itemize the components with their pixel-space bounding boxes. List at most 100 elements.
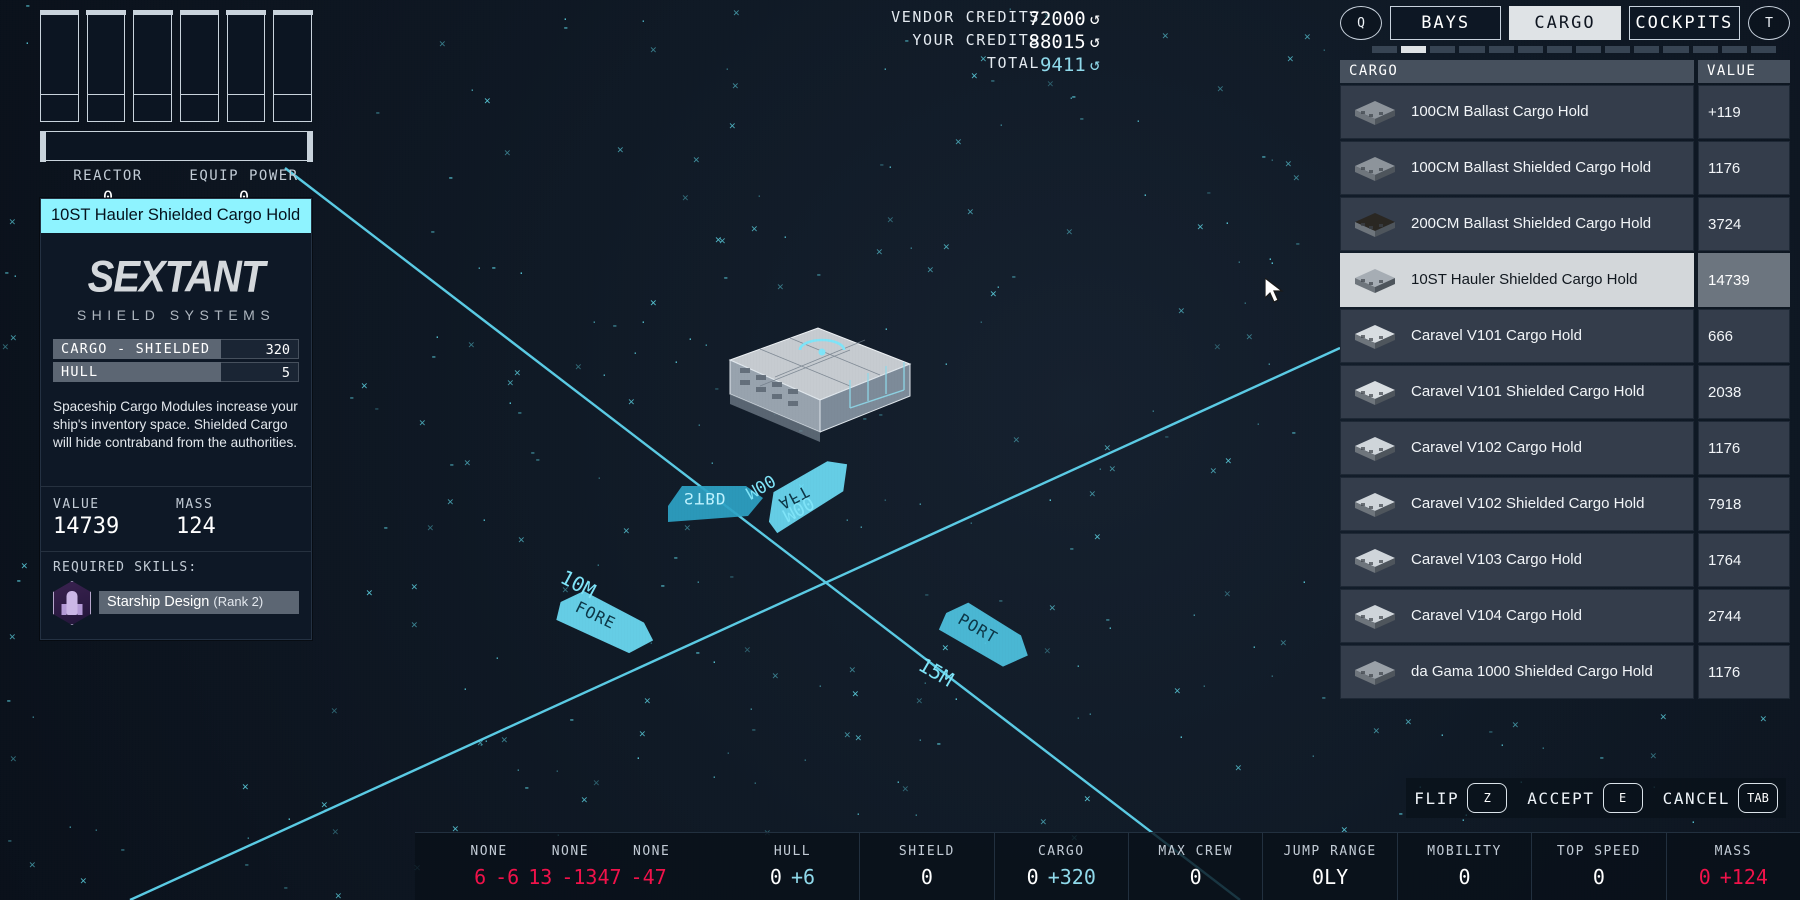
module-browser-panel: Q BAYS CARGO COCKPITS T CARGO VALUE 100CM … [1340, 6, 1790, 699]
power-gauges: REACTOR EQUIP POWER 0 0 [39, 10, 313, 208]
list-item-name: Caravel V101 Cargo Hold [1411, 327, 1582, 345]
tab-cockpits[interactable]: COCKPITS [1628, 6, 1740, 40]
required-skills-label: REQUIRED SKILLS: [53, 559, 198, 575]
action-key-flip[interactable]: Z [1467, 783, 1508, 813]
credit-icon: ↺ [1089, 32, 1100, 52]
value-amount: 14739 [53, 513, 120, 539]
page-dot[interactable] [1488, 46, 1514, 53]
list-item-value: 2744 [1698, 589, 1790, 643]
credits-value-group: 9411 ↺ [1040, 54, 1100, 76]
cargo-module-3d-model[interactable] [700, 320, 940, 460]
list-item-name: 100CM Ballast Cargo Hold [1411, 103, 1589, 121]
list-item-main[interactable]: Caravel V101 Cargo Hold [1340, 309, 1694, 363]
equip-power-bar[interactable] [39, 130, 313, 162]
list-item-name: Caravel V103 Cargo Hold [1411, 551, 1582, 569]
list-item-main[interactable]: Caravel V102 Cargo Hold [1340, 421, 1694, 475]
list-item-value: 1176 [1698, 421, 1790, 475]
stat-cells: HULL 0 +6 SHIELD 0 CARGO 0 +320 MAX CREW 0 JUMP RA… [726, 833, 1800, 900]
tab-bays[interactable]: BAYS [1390, 6, 1502, 40]
module-stat-value: 5 [221, 362, 299, 383]
list-item-value: 7918 [1698, 477, 1790, 531]
credits-label: VENDOR CREDITS [891, 8, 1040, 26]
reactor-bar[interactable] [86, 10, 126, 122]
action-key-accept[interactable]: E [1602, 783, 1643, 813]
page-dot[interactable] [1663, 46, 1689, 53]
page-dot[interactable] [1546, 46, 1572, 53]
reactor-bar[interactable] [132, 10, 173, 122]
page-indicator[interactable] [1340, 46, 1790, 53]
list-item[interactable]: Caravel V103 Cargo Hold 1764 [1340, 533, 1790, 587]
stat-header: JUMP RANGE [1283, 844, 1377, 859]
next-category-key[interactable]: T [1748, 6, 1790, 40]
list-item-main[interactable]: 100CM Ballast Shielded Cargo Hold [1340, 141, 1694, 195]
action-key-cancel[interactable]: TAB [1738, 783, 1778, 813]
reactor-bar[interactable] [226, 10, 266, 122]
list-item[interactable]: 200CM Ballast Shielded Cargo Hold 3724 [1340, 197, 1790, 251]
stat-values: 0LY [1312, 865, 1348, 889]
prev-category-key[interactable]: Q [1340, 6, 1382, 40]
list-item[interactable]: Caravel V101 Cargo Hold 666 [1340, 309, 1790, 363]
stat-cell-max-crew: MAX CREW 0 [1127, 833, 1262, 900]
list-item[interactable]: Caravel V101 Shielded Cargo Hold 2038 [1340, 365, 1790, 419]
reactor-bar[interactable] [272, 10, 313, 122]
list-item-value: 2038 [1698, 365, 1790, 419]
page-dot[interactable] [1575, 46, 1602, 53]
required-skills-section: REQUIRED SKILLS: Starship Design (Rank 2… [41, 550, 311, 639]
list-item-main[interactable]: 10ST Hauler Shielded Cargo Hold [1340, 253, 1694, 307]
list-item[interactable]: da Gama 1000 Shielded Cargo Hold 1176 [1340, 645, 1790, 699]
brand-logo: SEXTANT SHIELD SYSTEMS [41, 233, 311, 339]
list-item-main[interactable]: Caravel V103 Cargo Hold [1340, 533, 1694, 587]
list-item[interactable]: Caravel V104 Cargo Hold 2744 [1340, 589, 1790, 643]
credits-row: VENDOR CREDITS 72000 ↺ [700, 8, 1100, 31]
page-dot[interactable] [1459, 46, 1485, 53]
stat-cell-jump-range: JUMP RANGE 0LY [1262, 833, 1396, 900]
module-list: 100CM Ballast Cargo Hold +119 100CM Ballas… [1340, 85, 1790, 699]
weapon-slot-headers: NONE NONE NONE [470, 844, 670, 859]
stat-base: 0 [1698, 865, 1711, 889]
reactor-bar[interactable] [179, 10, 219, 122]
page-dot[interactable] [1517, 46, 1543, 53]
list-item-main[interactable]: 200CM Ballast Shielded Cargo Hold [1340, 197, 1694, 251]
weapon-slot-value: 13 [528, 865, 553, 889]
stat-header: MASS [1714, 844, 1752, 859]
list-item-value: 3724 [1698, 197, 1790, 251]
weapon-slot-header: NONE [633, 844, 671, 859]
stat-cell-shield: SHIELD 0 [859, 833, 993, 900]
skill-entry: Starship Design (Rank 2) [53, 580, 299, 625]
mass-amount: 124 [176, 513, 216, 539]
page-dot[interactable] [1401, 46, 1427, 53]
page-dot[interactable] [1634, 46, 1660, 53]
page-dot[interactable] [1605, 46, 1631, 53]
stat-base: 0LY [1312, 865, 1349, 889]
column-header-value: VALUE [1698, 60, 1790, 83]
list-item[interactable]: 100CM Ballast Shielded Cargo Hold 1176 [1340, 141, 1790, 195]
credits-value-group: 88015 ↺ [1029, 31, 1100, 53]
list-item-value: 1176 [1698, 645, 1790, 699]
list-item[interactable]: Caravel V102 Cargo Hold 1176 [1340, 421, 1790, 475]
stat-header: SHIELD [898, 844, 955, 859]
page-dot[interactable] [1430, 46, 1456, 53]
list-item-name: da Gama 1000 Shielded Cargo Hold [1411, 663, 1653, 681]
value-block: VALUE 14739 [53, 497, 176, 539]
page-dot[interactable] [1721, 46, 1747, 53]
list-item-name: 10ST Hauler Shielded Cargo Hold [1411, 271, 1638, 289]
page-dot[interactable] [1750, 46, 1776, 53]
stat-delta: +6 [790, 865, 816, 889]
list-item-name: 200CM Ballast Shielded Cargo Hold [1411, 215, 1652, 233]
list-item-main[interactable]: Caravel V101 Shielded Cargo Hold [1340, 365, 1694, 419]
list-item[interactable]: 100CM Ballast Cargo Hold +119 [1340, 85, 1790, 139]
page-dot[interactable] [1372, 46, 1398, 53]
stat-cell-top-speed: TOP SPEED 0 [1531, 833, 1665, 900]
list-item-main[interactable]: Caravel V102 Shielded Cargo Hold [1340, 477, 1694, 531]
list-item[interactable]: 10ST Hauler Shielded Cargo Hold 14739 [1340, 253, 1790, 307]
list-item[interactable]: Caravel V102 Shielded Cargo Hold 7918 [1340, 477, 1790, 531]
reactor-bar[interactable] [39, 10, 79, 122]
credits-row: TOTAL 9411 ↺ [700, 54, 1100, 77]
tab-cargo[interactable]: CARGO [1509, 6, 1621, 40]
reactor-bar-group[interactable] [39, 10, 313, 122]
column-header-cargo: CARGO [1340, 60, 1694, 83]
list-item-main[interactable]: Caravel V104 Cargo Hold [1340, 589, 1694, 643]
list-item-main[interactable]: da Gama 1000 Shielded Cargo Hold [1340, 645, 1694, 699]
list-item-main[interactable]: 100CM Ballast Cargo Hold [1340, 85, 1694, 139]
page-dot[interactable] [1692, 46, 1718, 53]
